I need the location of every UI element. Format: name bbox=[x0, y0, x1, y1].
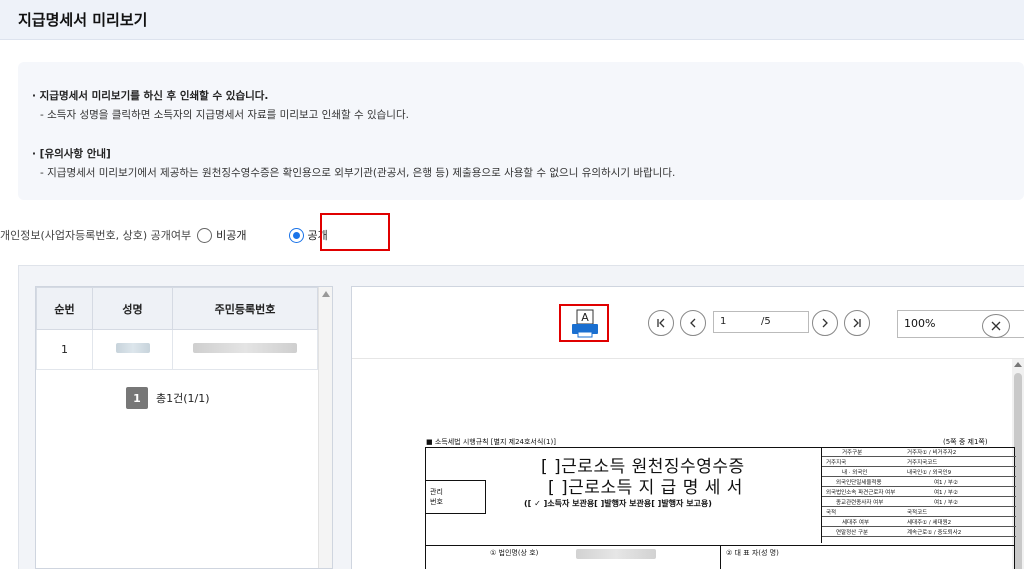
last-page-icon[interactable] bbox=[851, 317, 863, 329]
mgmt-label-1: 관리 bbox=[430, 488, 443, 496]
page-title: 지급명세서 미리보기 bbox=[18, 11, 148, 29]
col-header-no: 순번 bbox=[36, 287, 93, 330]
grid-row: 거주구분 거주자① / 비거주자2 bbox=[822, 448, 1016, 457]
grid-row: 연말정산 구분 계속근로① / 중도퇴사2 bbox=[822, 528, 1016, 537]
notice-line-1: · 지급명세서 미리보기를 하신 후 인쇄할 수 있습니다. bbox=[32, 90, 269, 102]
doc-header-left: ■ 소득세법 시행규칙 [별지 제24호서식(1)] bbox=[426, 438, 556, 446]
doc-subtitle: ([ ✓ ]소득자 보관용[ ]발행자 보관용[ ]발행자 보고용) bbox=[524, 499, 712, 508]
notice-line-2: - 소득자 성명을 클릭하면 소득자의 지급명세서 자료를 미리보고 인쇄할 수… bbox=[40, 109, 409, 121]
doc-field-company: ① 법인명(상 호) bbox=[490, 549, 539, 557]
chevron-left-icon[interactable] bbox=[687, 317, 699, 329]
doc-title-2: [ ]근로소득 지 급 명 세 서 bbox=[548, 478, 743, 498]
page-total: /5 bbox=[761, 316, 771, 327]
mgmt-label-2: 번호 bbox=[430, 498, 443, 506]
grid-row: 외국법인소속 파견근로자 여부 여1 / 부② bbox=[822, 488, 1016, 497]
grid-row: 외국인단일세율적용 여1 / 부② bbox=[822, 478, 1016, 487]
document-preview: ■ 소득세법 시행규칙 [별지 제24호서식(1)] (5쪽 중 제1쪽) 관리… bbox=[412, 361, 1016, 569]
table-row[interactable]: 1 bbox=[36, 329, 318, 370]
list-scrollbar[interactable] bbox=[318, 287, 332, 568]
viewer-toolbar: A 1 /5 100% bbox=[352, 287, 1024, 359]
doc-form: 관리 번호 [ ]근로소득 원천징수영수증 [ ]근로소득 지 급 명 세 서 … bbox=[425, 447, 1016, 569]
prev-page-button[interactable] bbox=[680, 310, 706, 336]
doc-header-right: (5쪽 중 제1쪽) bbox=[943, 438, 988, 446]
privacy-label: 개인정보(사업자등록번호, 상호) 공개여부 bbox=[0, 229, 192, 242]
total-count: 총1건(1/1) bbox=[156, 392, 210, 405]
col-header-name: 성명 bbox=[92, 287, 173, 330]
doc-field-ceo: ② 대 표 자(성 명) bbox=[726, 549, 779, 557]
doc-info-grid: 거주구분 거주자① / 비거주자2 거주지국 거주지국코드 내 · 외국인 내국인① … bbox=[821, 448, 1016, 543]
radio-public[interactable] bbox=[288, 227, 304, 243]
grid-row: 거주지국 거주지국코드 bbox=[822, 458, 1016, 467]
next-page-button[interactable] bbox=[812, 310, 838, 336]
doc-divider bbox=[720, 545, 721, 569]
grid-row: 종교관련종사자 여부 여1 / 부② bbox=[822, 498, 1016, 507]
notice-line-4: - 지급명세서 미리보기에서 제공하는 원천징수영수증은 확인용으로 외부기관(… bbox=[40, 167, 676, 179]
chevron-right-icon[interactable] bbox=[819, 317, 831, 329]
mgmt-number-box: 관리 번호 bbox=[426, 480, 486, 514]
radio-private[interactable] bbox=[197, 227, 213, 243]
zoom-clear-button[interactable] bbox=[982, 314, 1010, 338]
page-number-button[interactable]: 1 bbox=[126, 387, 148, 409]
highlight-public-option bbox=[320, 213, 390, 251]
row-no: 1 bbox=[36, 329, 93, 370]
notice-box: · 지급명세서 미리보기를 하신 후 인쇄할 수 있습니다. - 소득자 성명을… bbox=[18, 62, 1024, 200]
col-header-rrn: 주민등록번호 bbox=[172, 287, 318, 330]
grid-row: 국적 국적코드 bbox=[822, 508, 1016, 517]
document-viewer: A 1 /5 100% ■ 소득세법 시행규칙 [별지 제24호서식(1)] (… bbox=[351, 286, 1024, 569]
scroll-up-icon[interactable] bbox=[322, 291, 330, 297]
row-name-link[interactable] bbox=[92, 329, 173, 370]
first-page-button[interactable] bbox=[648, 310, 674, 336]
grid-row: 세대주 여부 세대주① / 세대원2 bbox=[822, 518, 1016, 527]
privacy-option-row: 개인정보(사업자등록번호, 상호) 공개여부 비공개 공개 bbox=[0, 223, 328, 247]
row-rrn bbox=[172, 329, 318, 370]
list-pager: 1 총1건(1/1) bbox=[126, 387, 210, 409]
radio-private-label[interactable]: 비공개 bbox=[216, 227, 246, 243]
highlight-print-button bbox=[559, 304, 609, 342]
earner-list-panel: 순번 성명 주민등록번호 1 1 총1건(1/1) bbox=[35, 286, 333, 569]
first-page-icon[interactable] bbox=[655, 317, 667, 329]
redacted-company bbox=[576, 549, 656, 559]
scroll-up-icon[interactable] bbox=[1014, 362, 1022, 367]
redacted-name[interactable] bbox=[115, 343, 150, 353]
notice-line-3: · [유의사항 안내] bbox=[32, 148, 111, 160]
last-page-button[interactable] bbox=[844, 310, 870, 336]
redacted-rrn bbox=[193, 343, 297, 353]
title-bar: 지급명세서 미리보기 bbox=[0, 0, 1024, 40]
grid-row: 내 · 외국인 내국인① / 외국인9 bbox=[822, 468, 1016, 477]
close-icon[interactable] bbox=[991, 321, 1001, 331]
earner-table: 순번 성명 주민등록번호 1 bbox=[36, 287, 318, 370]
